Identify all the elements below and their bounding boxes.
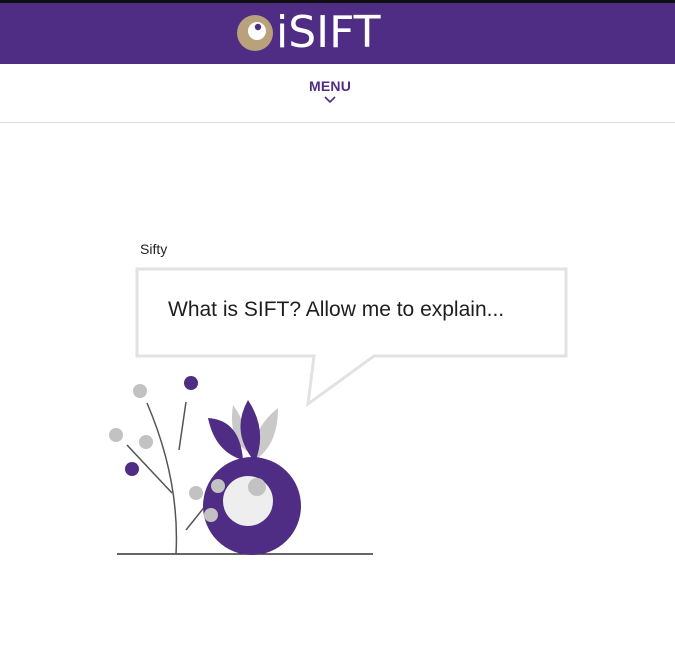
mascot-pupil bbox=[248, 478, 266, 496]
plant-dot bbox=[139, 435, 153, 449]
logo-text: iSIFT bbox=[276, 7, 381, 58]
plant-dot bbox=[189, 486, 203, 500]
mascot-eye bbox=[223, 476, 273, 526]
plant-dot bbox=[184, 376, 198, 390]
plant-branch bbox=[178, 401, 187, 451]
page: iSIFT MENU Sifty What is SIFT? Allow me … bbox=[0, 0, 675, 655]
site-header: iSIFT bbox=[0, 3, 675, 64]
plant-dot bbox=[204, 508, 218, 522]
sifty-mascot-illustration bbox=[109, 376, 373, 555]
speech-bubble-text: What is SIFT? Allow me to explain... bbox=[168, 298, 505, 321]
speaker-name: Sifty bbox=[140, 241, 168, 257]
plant-dot bbox=[211, 479, 225, 493]
nav-bar: MENU bbox=[0, 64, 675, 123]
menu-label: MENU bbox=[308, 78, 352, 94]
plant-dot bbox=[125, 462, 139, 476]
mascot-leaf bbox=[240, 400, 261, 462]
menu-button[interactable]: MENU bbox=[300, 78, 360, 112]
eye-icon bbox=[237, 15, 273, 51]
plant-dot bbox=[133, 384, 147, 398]
plant-stem bbox=[146, 402, 178, 555]
logo-link[interactable]: iSIFT bbox=[236, 9, 381, 57]
chevron-down-icon bbox=[324, 96, 336, 104]
plant-dot bbox=[109, 428, 123, 442]
